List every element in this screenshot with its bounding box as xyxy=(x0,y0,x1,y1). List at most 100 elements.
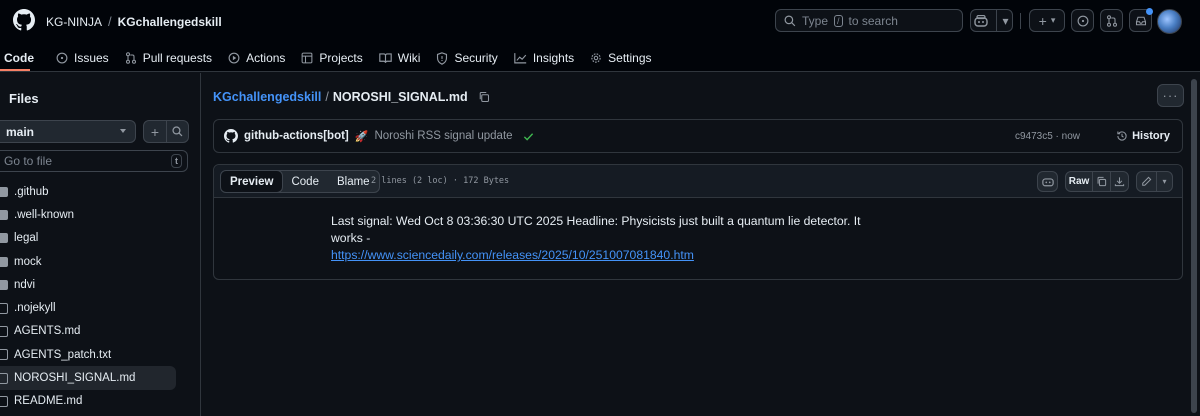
wiki-tab-label: Wiki xyxy=(397,51,421,65)
tab-preview[interactable]: Preview xyxy=(220,171,284,192)
tab-projects[interactable]: Projects xyxy=(293,46,370,70)
tree-item-label: AGENTS.md xyxy=(14,325,81,338)
chevron-down-icon xyxy=(120,129,126,133)
tab-wiki[interactable]: Wiki xyxy=(371,46,429,70)
branch-selector[interactable]: main xyxy=(0,120,136,143)
scrollbar-thumb[interactable] xyxy=(1191,79,1197,413)
plus-icon: + xyxy=(1038,12,1047,29)
github-logo-icon[interactable] xyxy=(13,9,35,31)
download-icon xyxy=(1114,177,1125,187)
go-to-file-shortcut-key: t xyxy=(171,154,182,168)
tab-insights[interactable]: Insights xyxy=(506,46,582,70)
pencil-icon xyxy=(1142,176,1152,186)
issue-icon xyxy=(56,52,68,64)
pull-request-icon xyxy=(125,52,136,64)
commit-sha-time[interactable]: c9473c5 · now xyxy=(1015,131,1080,142)
projects-tab-label: Projects xyxy=(319,51,363,65)
check-icon[interactable] xyxy=(523,131,534,142)
tree-item-mock[interactable]: mock xyxy=(0,250,190,273)
file-tree-sidebar: Files main + Go to file t .github .well-… xyxy=(0,73,201,416)
chevron-down-icon: ▾ xyxy=(1162,177,1167,186)
toolbar-divider xyxy=(1020,13,1021,29)
copy-raw-button[interactable] xyxy=(1092,171,1111,192)
history-button[interactable]: History xyxy=(1116,130,1170,142)
copilot-ask-button[interactable] xyxy=(1037,171,1058,192)
tree-item-nojekyll[interactable]: .nojekyll xyxy=(0,296,190,319)
file-icon xyxy=(0,302,8,314)
breadcrumb-separator: / xyxy=(325,90,329,104)
search-input[interactable]: Type / to search xyxy=(775,9,963,32)
more-options-button[interactable]: ··· xyxy=(1157,84,1184,107)
raw-button[interactable]: Raw xyxy=(1065,171,1093,192)
file-info: 2 lines (2 loc) · 172 Bytes xyxy=(371,176,510,186)
page-scrollbar[interactable] xyxy=(1189,73,1200,416)
book-icon xyxy=(379,53,392,63)
tree-item-agents-patch[interactable]: AGENTS_patch.txt xyxy=(0,343,190,366)
table-icon xyxy=(302,52,313,64)
history-icon xyxy=(1117,131,1127,141)
tab-security[interactable]: Security xyxy=(428,46,505,70)
tab-code[interactable]: Code xyxy=(0,46,42,70)
folder-icon xyxy=(0,186,8,197)
top-bar: KG-NINJA / KGchallengedskill Type / to sea… xyxy=(0,0,1200,72)
copilot-chevron-down-icon: ▾ xyxy=(996,10,1009,31)
commit-author-link[interactable]: github-actions[bot] xyxy=(244,130,349,142)
tree-item-well-known[interactable]: .well-known xyxy=(0,203,190,226)
tab-issues[interactable]: Issues xyxy=(48,46,117,70)
tab-code-view[interactable]: Code xyxy=(282,171,328,192)
download-button[interactable] xyxy=(1110,171,1129,192)
pull-requests-button[interactable] xyxy=(1100,9,1123,32)
history-label: History xyxy=(1132,130,1170,142)
plus-icon: + xyxy=(150,123,160,140)
owner-link[interactable]: KG-NINJA xyxy=(46,15,102,29)
gear-icon xyxy=(591,53,601,63)
breadcrumb-repo-link[interactable]: KGchallengedskill xyxy=(213,90,321,104)
tab-pull-requests[interactable]: Pull requests xyxy=(117,46,220,70)
tree-item-label: mock xyxy=(14,255,42,268)
branch-name: main xyxy=(6,124,35,139)
edit-options-button[interactable]: ▾ xyxy=(1156,171,1173,192)
folder-icon xyxy=(0,209,8,220)
inbox-icon xyxy=(1135,16,1146,25)
folder-icon xyxy=(0,279,8,290)
tree-item-label: legal xyxy=(14,232,39,245)
tree-item-github[interactable]: .github xyxy=(0,180,190,203)
issues-tab-label: Issues xyxy=(74,51,109,65)
signal-link[interactable]: https://www.sciencedaily.com/releases/20… xyxy=(331,248,694,262)
repo-link[interactable]: KGchallengedskill xyxy=(118,15,222,29)
search-shortcut-key: / xyxy=(834,14,843,27)
insights-tab-label: Insights xyxy=(532,51,575,65)
tree-item-readme[interactable]: README.md xyxy=(0,390,190,413)
add-file-button[interactable]: + xyxy=(143,120,167,143)
signal-text: Last signal: Wed Oct 8 03:36:30 UTC 2025… xyxy=(331,214,861,245)
tree-item-ndvi[interactable]: ndvi xyxy=(0,273,190,296)
copilot-menu-button[interactable]: ▾ xyxy=(970,9,1013,32)
folder-icon xyxy=(0,256,8,267)
settings-tab-label: Settings xyxy=(608,51,652,65)
tree-item-label: ndvi xyxy=(14,278,36,291)
create-new-button[interactable]: + ▾ xyxy=(1029,9,1065,32)
commit-message-link[interactable]: Noroshi RSS signal update xyxy=(374,130,512,142)
file-content-box: Preview Code Blame 2 lines (2 loc) · 172… xyxy=(213,164,1183,280)
copy-path-icon[interactable] xyxy=(478,91,490,103)
breadcrumb-file: NOROSHI_SIGNAL.md xyxy=(332,90,468,104)
raw-label: Raw xyxy=(1068,176,1090,187)
markdown-body: Last signal: Wed Oct 8 03:36:30 UTC 2025… xyxy=(331,213,891,264)
search-files-button[interactable] xyxy=(166,120,189,143)
tab-actions[interactable]: Actions xyxy=(220,46,293,70)
tab-settings[interactable]: Settings xyxy=(582,46,659,70)
tree-item-legal[interactable]: legal xyxy=(0,227,190,250)
copilot-icon xyxy=(974,14,989,27)
issues-button[interactable] xyxy=(1071,9,1094,32)
path-separator: / xyxy=(108,14,112,29)
issue-icon xyxy=(1077,15,1088,26)
tree-item-noroshi-signal[interactable]: NOROSHI_SIGNAL.md xyxy=(0,366,176,390)
copilot-icon xyxy=(1041,178,1054,187)
edit-file-button[interactable] xyxy=(1136,171,1157,192)
tree-item-label: .nojekyll xyxy=(14,302,56,315)
folder-icon xyxy=(0,233,8,244)
rocket-emoji: 🚀 xyxy=(354,130,369,143)
user-avatar[interactable] xyxy=(1157,9,1182,34)
tree-item-agents-md[interactable]: AGENTS.md xyxy=(0,320,190,343)
go-to-file-input[interactable]: Go to file t xyxy=(0,150,188,172)
